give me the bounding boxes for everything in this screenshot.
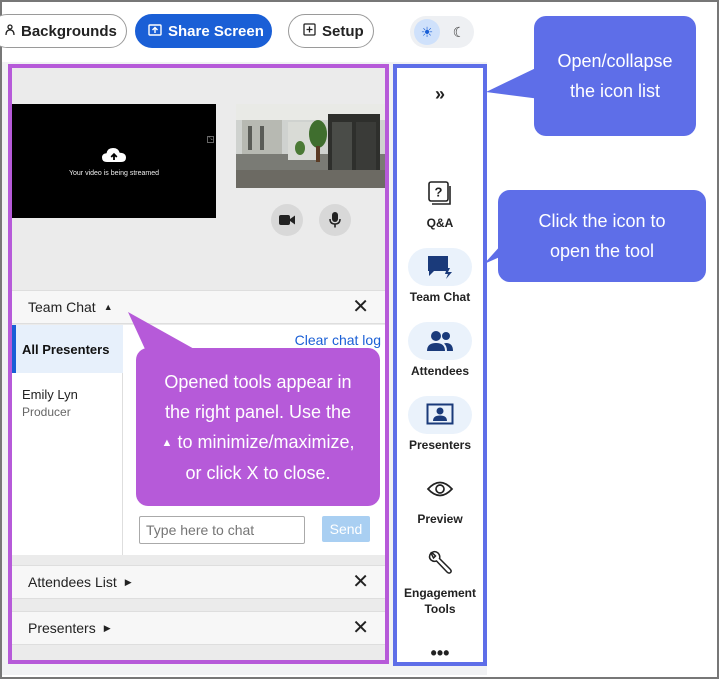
callout-opened-line1: Opened tools appear in [164,371,352,392]
callout-click-icon: Click the icon to open the tool [498,190,706,282]
callout-opened-line2: the right panel. Use the [164,401,352,422]
caret-up-icon: ▲ [161,436,173,449]
callout-opened-line3: to minimize/maximize, [177,431,355,452]
callout-toggle-text: Open/collapse the icon list [557,51,673,101]
callout-opened-line3-wrap: ▲ to minimize/maximize, [162,427,355,458]
callout-opened-tools: Opened tools appear in the right panel. … [136,348,380,506]
callout-opened-line4: or click X to close. [185,462,331,483]
callout-toggle: Open/collapse the icon list [534,16,696,136]
callout-click-text: Click the icon to open the tool [538,211,666,261]
